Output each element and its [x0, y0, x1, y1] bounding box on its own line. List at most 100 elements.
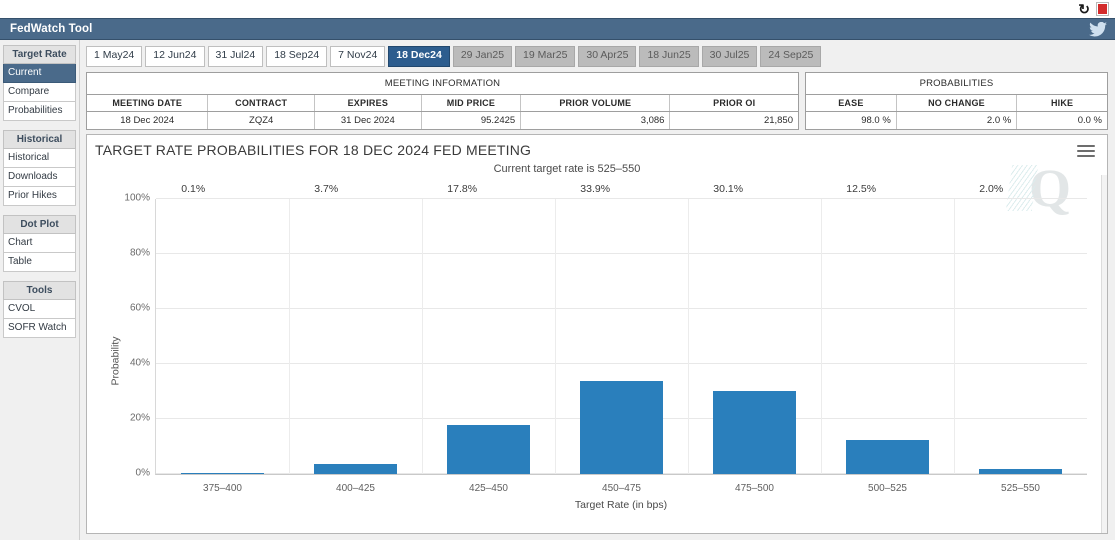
app-title-bar: FedWatch Tool [0, 18, 1115, 40]
probabilities-table: PROBABILITIES EASE NO CHANGE HIKE 98.0 %… [805, 71, 1108, 130]
col-prior-oi: PRIOR OI [669, 94, 798, 112]
y-axis-tick-label: 20% [129, 412, 150, 424]
x-axis-tick-label: 500–525 [868, 483, 907, 494]
cell-expires: 31 Dec 2024 [314, 111, 422, 129]
bar-value-label: 33.9% [580, 182, 611, 195]
cell-prior-oi: 21,850 [763, 114, 793, 126]
plot-area: 0% 20% 40% 60% 80% 100% 0.1% 375–400 3.7% 400–425… [124, 183, 1087, 494]
cell-mid-price: 95.2425 [421, 111, 522, 129]
tab-29-jan25[interactable]: 29 Jan25 [452, 46, 513, 67]
x-axis-tick-label: 375–400 [203, 483, 242, 494]
info-tables-row: MEETING INFORMATION MEETING DATE CONTRAC… [84, 70, 1109, 130]
col-mid-price: MID PRICE [421, 94, 522, 112]
tab-30-jul25[interactable]: 30 Jul25 [701, 46, 758, 67]
bar[interactable]: 17.8% [447, 183, 530, 474]
tab-24-sep25[interactable]: 24 Sep25 [760, 46, 822, 67]
bar[interactable]: 2.0% [979, 183, 1062, 474]
twitter-icon[interactable] [1089, 21, 1107, 37]
sidebar-group-tools: Tools CVOL SOFR Watch [3, 281, 76, 338]
bar-value-label: 3.7% [314, 182, 339, 195]
bar[interactable]: 33.9% [580, 183, 663, 474]
x-axis-label: Target Rate (in bps) [574, 499, 668, 511]
hamburger-menu-icon[interactable] [1077, 144, 1095, 160]
sidebar-item-prior-hikes[interactable]: Prior Hikes [3, 187, 76, 206]
x-axis-tick-label: 425–450 [469, 483, 508, 494]
meeting-information-title: MEETING INFORMATION [87, 73, 798, 95]
col-prior-volume: PRIOR VOLUME [520, 94, 671, 112]
col-expires: EXPIRES [314, 94, 422, 112]
app-body: Target Rate Current Compare Probabilitie… [0, 40, 1115, 540]
browser-utility-strip: ↻ [0, 0, 1115, 18]
y-axis-tick-label: 40% [129, 357, 150, 369]
bar[interactable]: 12.5% [846, 183, 929, 474]
x-axis-tick-label: 525–550 [1001, 483, 1040, 494]
bar-group: 33.9% 450–475 [555, 183, 688, 494]
sidebar-item-chart[interactable]: Chart [3, 234, 76, 253]
chart-scrollbar[interactable] [1101, 174, 1107, 533]
tab-18-sep24[interactable]: 18 Sep24 [266, 46, 328, 67]
meeting-information-table: MEETING INFORMATION MEETING DATE CONTRAC… [86, 71, 799, 130]
refresh-icon[interactable]: ↻ [1078, 2, 1090, 16]
plot-area-wrapper: Probability 0% 20% 40% 60% 80% 100% 0.1% 375–40… [87, 183, 1107, 533]
bar-value-label: 12.5% [846, 182, 877, 195]
sidebar-item-cvol[interactable]: CVOL [3, 300, 76, 319]
cell-no-change: 2.0 % [896, 111, 1018, 129]
sidebar-item-table[interactable]: Table [3, 253, 76, 272]
y-axis-tick-label: 80% [129, 247, 150, 259]
chart-subtitle: Current target rate is 525–550 [493, 162, 641, 175]
bar[interactable]: 0.1% [181, 183, 264, 474]
sidebar-item-current[interactable]: Current [3, 64, 76, 83]
sidebar-item-compare[interactable]: Compare [3, 83, 76, 102]
chart-title: TARGET RATE PROBABILITIES FOR 18 DEC 202… [95, 141, 532, 158]
pdf-icon[interactable] [1096, 1, 1109, 16]
sidebar-group-title: Historical [3, 130, 76, 149]
bar-value-label: 17.8% [447, 182, 478, 195]
bar-group: 2.0% 525–550 [954, 183, 1087, 494]
probabilities-title: PROBABILITIES [806, 73, 1107, 95]
cell-hike: 0.0 % [1077, 114, 1102, 126]
sidebar-item-downloads[interactable]: Downloads [3, 168, 76, 187]
tab-18-jun25[interactable]: 18 Jun25 [639, 46, 699, 67]
col-no-change: NO CHANGE [896, 94, 1018, 112]
col-ease: EASE [806, 94, 897, 112]
sidebar-group-title: Dot Plot [3, 215, 76, 234]
sidebar-group-historical: Historical Historical Downloads Prior Hi… [3, 130, 76, 206]
sidebar-item-historical[interactable]: Historical [3, 149, 76, 168]
x-axis-tick-label: 400–425 [336, 483, 375, 494]
tab-30-apr25[interactable]: 30 Apr25 [578, 46, 637, 67]
tab-1-may24[interactable]: 1 May24 [86, 46, 143, 67]
x-axis-tick-label: 450–475 [602, 483, 641, 494]
page-title: FedWatch Tool [10, 23, 93, 35]
col-contract: CONTRACT [207, 94, 315, 112]
tab-7-nov24[interactable]: 7 Nov24 [330, 46, 386, 67]
tab-12-jun24[interactable]: 12 Jun24 [145, 46, 205, 67]
y-axis-tick-label: 100% [124, 192, 150, 204]
bar[interactable]: 30.1% [713, 183, 796, 474]
cell-contract: ZQZ4 [207, 111, 315, 129]
sidebar-group-title: Target Rate [3, 45, 76, 64]
sidebar-item-sofr-watch[interactable]: SOFR Watch [3, 319, 76, 338]
meeting-tab-bar: 1 May24 12 Jun24 31 Jul24 18 Sep24 7 Nov… [84, 44, 1109, 70]
sidebar-group-dot-plot: Dot Plot Chart Table [3, 215, 76, 272]
bar-value-label: 30.1% [713, 182, 744, 195]
main-content: 1 May24 12 Jun24 31 Jul24 18 Sep24 7 Nov… [80, 40, 1115, 540]
bar[interactable]: 3.7% [314, 183, 397, 474]
bar-group: 30.1% 475–500 [688, 183, 821, 494]
tab-31-jul24[interactable]: 31 Jul24 [207, 46, 264, 67]
table-header-row: MEETING DATE CONTRACT EXPIRES MID PRICE … [87, 94, 798, 112]
y-axis-tick-label: 0% [135, 467, 150, 479]
chart-panel: TARGET RATE PROBABILITIES FOR 18 DEC 202… [86, 133, 1108, 534]
bar-group: 0.1% 375–400 [156, 183, 289, 494]
bar-series: 0.1% 375–400 3.7% 400–425 17.8% 425–450 33.9% 4… [156, 183, 1087, 494]
x-axis-tick-label: 475–500 [735, 483, 774, 494]
sidebar-group-target-rate: Target Rate Current Compare Probabilitie… [3, 45, 76, 121]
sidebar-item-probabilities[interactable]: Probabilities [3, 102, 76, 121]
bar-value-label: 2.0% [979, 182, 1004, 195]
cell-prior-volume: 3,086 [520, 111, 671, 129]
sidebar-group-title: Tools [3, 281, 76, 300]
tab-19-mar25[interactable]: 19 Mar25 [515, 46, 576, 67]
bar-value-label: 0.1% [181, 182, 206, 195]
cell-meeting-date: 18 Dec 2024 [87, 111, 209, 129]
tab-18-dec24[interactable]: 18 Dec24 [388, 46, 450, 67]
y-axis-label: Probability [109, 336, 122, 386]
